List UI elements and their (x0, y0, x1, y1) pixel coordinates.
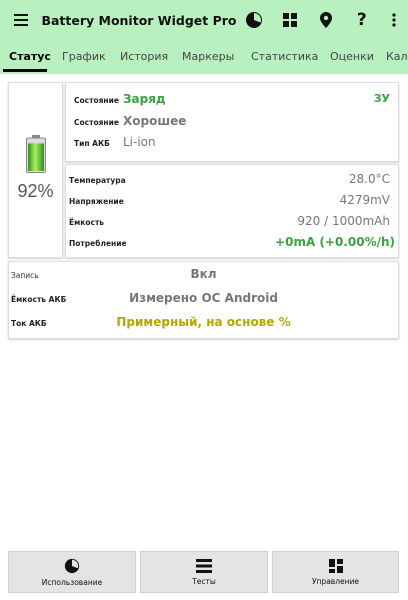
battery-percent: 92% (17, 181, 54, 201)
status-health-label: Состояние (74, 118, 119, 127)
app-title: Battery Monitor Widget Pro (41, 12, 237, 28)
tab-bar: Статус График История Маркеры Статистика… (0, 40, 408, 74)
dashboard-grid-icon (328, 558, 343, 573)
usage-button[interactable]: Использование (8, 551, 136, 593)
consumption-label: Потребление (69, 239, 127, 248)
status-card: Состояние Заряд ЗУ Состояние Хорошее Тип… (65, 82, 399, 162)
more-vert-icon (392, 13, 396, 27)
location-action-button[interactable] (308, 0, 344, 40)
tab-graph[interactable]: График (62, 40, 106, 74)
menu-button[interactable] (0, 0, 41, 40)
voltage-value: 4279mV (339, 193, 390, 207)
battery-card[interactable]: 92% (8, 82, 63, 258)
help-icon: ? (356, 10, 367, 30)
tab-history[interactable]: История (120, 40, 168, 74)
pie-chart-icon (246, 12, 263, 28)
more-options-button[interactable] (380, 0, 408, 40)
charger-type-value: ЗУ (373, 92, 390, 105)
tab-markers[interactable]: Маркеры (182, 40, 234, 74)
widgets-grid-icon (283, 13, 298, 27)
pie-chart-icon (64, 558, 80, 573)
control-button[interactable]: Управление (272, 551, 399, 593)
battery-type-label: Тип АКБ (74, 139, 110, 148)
voltage-label: Напряжение (69, 197, 124, 206)
hamburger-menu-icon (13, 14, 28, 26)
battery-current-value[interactable]: Примерный, на основе % (9, 315, 398, 329)
usage-action-button[interactable] (237, 0, 273, 40)
help-action-button[interactable]: ? (344, 0, 380, 40)
tab-indicator (3, 69, 47, 72)
temperature-value: 28.0°C (348, 172, 390, 186)
temperature-label: Температура (69, 176, 126, 185)
tests-button[interactable]: Тесты (140, 551, 268, 593)
widgets-action-button[interactable] (272, 0, 308, 40)
tab-statistics[interactable]: Статистика (251, 40, 318, 74)
record-value[interactable]: Вкл (9, 267, 398, 281)
battery-capacity-source-value[interactable]: Измерено ОС Android (9, 291, 398, 305)
tab-calendar[interactable]: Кал (386, 40, 408, 74)
list-icon (196, 558, 212, 573)
capacity-label: Ёмкость (69, 218, 105, 227)
control-button-label: Управление (311, 576, 360, 586)
location-pin-icon (320, 12, 333, 28)
capacity-value: 920 / 1000mAh (297, 214, 390, 228)
usage-button-label: Использование (41, 577, 103, 587)
tests-button-label: Тесты (192, 576, 216, 586)
params-card: Температура 28.0°C Напряжение 4279mV Ёмк… (65, 164, 399, 258)
app-bar: Battery Monitor Widget Pro ? (0, 0, 408, 40)
consumption-value: +0mA (+0.00%/h) (275, 235, 395, 249)
record-card: Запись Вкл Ёмкость АКБ Измерено ОС Andro… (8, 261, 399, 339)
status-state-label: Состояние (74, 96, 119, 105)
battery-icon (25, 135, 46, 173)
tab-ratings[interactable]: Оценки (330, 40, 374, 74)
status-health-value: Хорошее (123, 114, 187, 128)
status-state-value: Заряд (123, 92, 166, 106)
battery-type-value: Li-ion (123, 135, 156, 149)
